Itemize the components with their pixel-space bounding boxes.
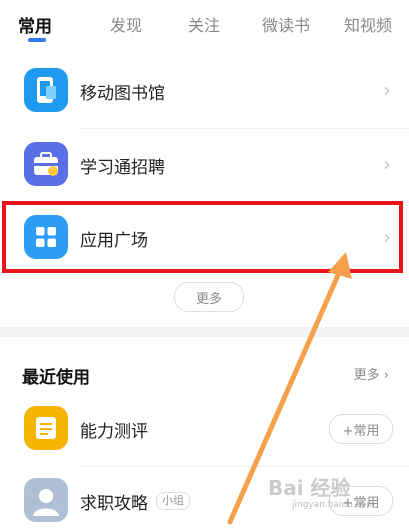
watermark-logo: Bai 经验 [268, 476, 351, 500]
annotation-arrow [227, 252, 352, 525]
watermark-url: jingyan.baidu.com [292, 500, 376, 510]
